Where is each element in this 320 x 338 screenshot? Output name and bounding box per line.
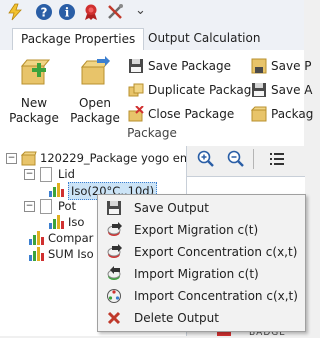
- svg-text:?: ?: [41, 6, 48, 20]
- ribbon-group-label: Package: [127, 126, 177, 140]
- tree-node-label: Compar: [48, 231, 94, 245]
- bar-chart-icon: [28, 247, 44, 261]
- open-package-icon: [80, 56, 111, 85]
- tree-node-label: 120229_Package yogo empty: [40, 151, 210, 165]
- new-package-label-line2: Package: [9, 111, 59, 125]
- help-icon[interactable]: ?: [35, 3, 53, 21]
- menu-item-label: Export Migration c(t): [134, 223, 259, 237]
- tab-output-calculation[interactable]: Output Calculation: [140, 28, 268, 49]
- collapse-icon[interactable]: −: [24, 169, 35, 180]
- info-icon[interactable]: i: [58, 3, 76, 21]
- document-icon: [40, 199, 52, 214]
- import-migration-icon: [107, 266, 121, 280]
- open-package-label-line1: Open: [78, 96, 112, 110]
- new-package-icon: [20, 59, 51, 85]
- bar-chart-icon: [28, 231, 44, 245]
- package-icon: [21, 151, 37, 166]
- tree-node-label: SUM Iso: [48, 247, 94, 261]
- new-package-label-line1: New: [20, 96, 48, 110]
- menu-item-label: Import Migration c(t): [134, 267, 259, 281]
- svg-text:i: i: [65, 6, 70, 20]
- ribbon-tab-row: Package Properties Output Calculation: [0, 26, 304, 51]
- quick-access-toolbar: ? i ⌄: [0, 0, 304, 26]
- collapse-icon[interactable]: −: [6, 153, 17, 164]
- document-icon: [40, 167, 52, 182]
- tree-node-root[interactable]: − 120229_Package yogo empty: [6, 150, 210, 166]
- new-package-button[interactable]: New Package: [8, 56, 60, 126]
- menu-item-label: Import Concentration c(x,t): [134, 289, 298, 303]
- open-package-button[interactable]: Open Package: [68, 56, 122, 126]
- delete-x-icon: [107, 311, 121, 325]
- bar-chart-icon: [48, 183, 64, 197]
- lightning-bolt-icon[interactable]: [6, 3, 24, 21]
- ribbon-panel: New Package Open Package Save Package Du…: [0, 50, 313, 147]
- tree-node-label: Iso: [68, 215, 85, 229]
- save-p-label: Save P: [271, 59, 312, 73]
- import-concentration-icon: [107, 289, 121, 303]
- context-menu: Save Output Export Migration c(t) Export…: [97, 194, 306, 332]
- menu-item-label: Delete Output: [134, 311, 219, 325]
- collapse-icon[interactable]: −: [24, 201, 35, 212]
- list-icon[interactable]: [269, 151, 285, 167]
- menu-item-export-migration[interactable]: Export Migration c(t): [100, 219, 303, 241]
- ribbon-badge-icon[interactable]: [82, 3, 100, 21]
- save-icon: [251, 58, 267, 74]
- save-package-label: Save Package: [148, 59, 232, 73]
- tab-package-properties[interactable]: Package Properties: [12, 28, 145, 51]
- zoom-in-icon[interactable]: [197, 150, 215, 168]
- menu-item-export-concentration[interactable]: Export Concentration c(x,t): [100, 241, 303, 263]
- menu-item-import-migration[interactable]: Import Migration c(t): [100, 263, 303, 285]
- menu-item-save-output[interactable]: Save Output: [100, 197, 303, 219]
- package-more-label: Packag: [271, 107, 314, 121]
- export-migration-icon: [107, 222, 122, 236]
- menu-item-import-concentration[interactable]: Import Concentration c(x,t): [100, 285, 303, 307]
- save-as-icon: [252, 83, 266, 97]
- menu-item-label: Export Concentration c(x,t): [134, 245, 298, 259]
- export-concentration-icon: [107, 244, 122, 258]
- duplicate-package-label: Duplicate Package: [148, 83, 259, 97]
- chevron-down-icon[interactable]: ⌄: [135, 3, 146, 18]
- save-as-label: Save A: [271, 83, 313, 97]
- package-icon: [251, 106, 267, 122]
- zoom-out-icon[interactable]: [227, 150, 245, 168]
- toolbar-separator: [253, 149, 254, 169]
- close-package-icon: [128, 106, 144, 122]
- tree-node-label: Pot: [58, 199, 77, 213]
- menu-item-label: Save Output: [134, 201, 209, 215]
- floppy-disk-icon: [107, 201, 121, 215]
- open-package-label-line2: Package: [70, 111, 120, 125]
- tree-node-label: Lid: [58, 167, 75, 181]
- menu-item-delete-output[interactable]: Delete Output: [100, 307, 303, 329]
- floppy-disk-icon: [129, 59, 143, 73]
- duplicate-package-icon: [128, 83, 144, 97]
- close-package-label: Close Package: [148, 107, 235, 121]
- tools-icon[interactable]: [106, 3, 124, 21]
- bar-chart-icon: [48, 215, 64, 229]
